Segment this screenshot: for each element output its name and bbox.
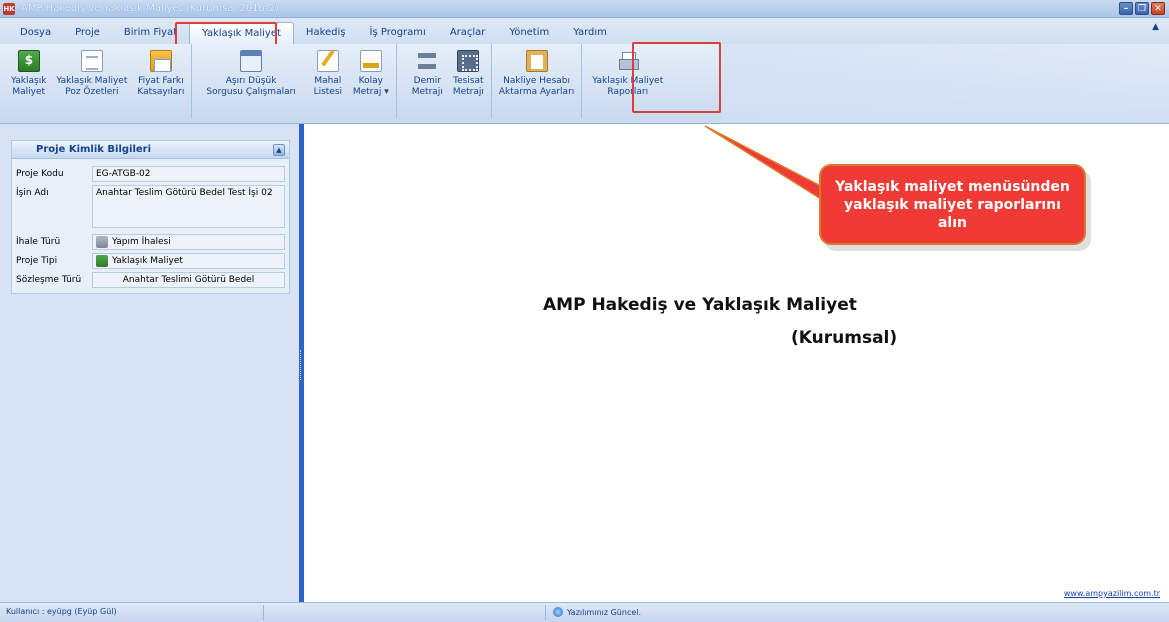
instruction-callout: Yaklaşık maliyet menüsünden yaklaşık mal… xyxy=(819,164,1086,245)
status-user: Kullanıcı : eyüpg (Eyüp Gül) xyxy=(6,607,117,616)
globe-icon xyxy=(553,607,563,617)
status-bar: Kullanıcı : eyüpg (Eyüp Gül) Yazılımınız… xyxy=(0,602,1169,622)
status-divider xyxy=(545,605,546,620)
callout-arrow xyxy=(704,125,840,208)
update-status-text: Yazılımınız Güncel. xyxy=(567,607,642,617)
status-divider xyxy=(263,605,264,620)
status-update: Yazılımınız Güncel. xyxy=(553,607,641,617)
